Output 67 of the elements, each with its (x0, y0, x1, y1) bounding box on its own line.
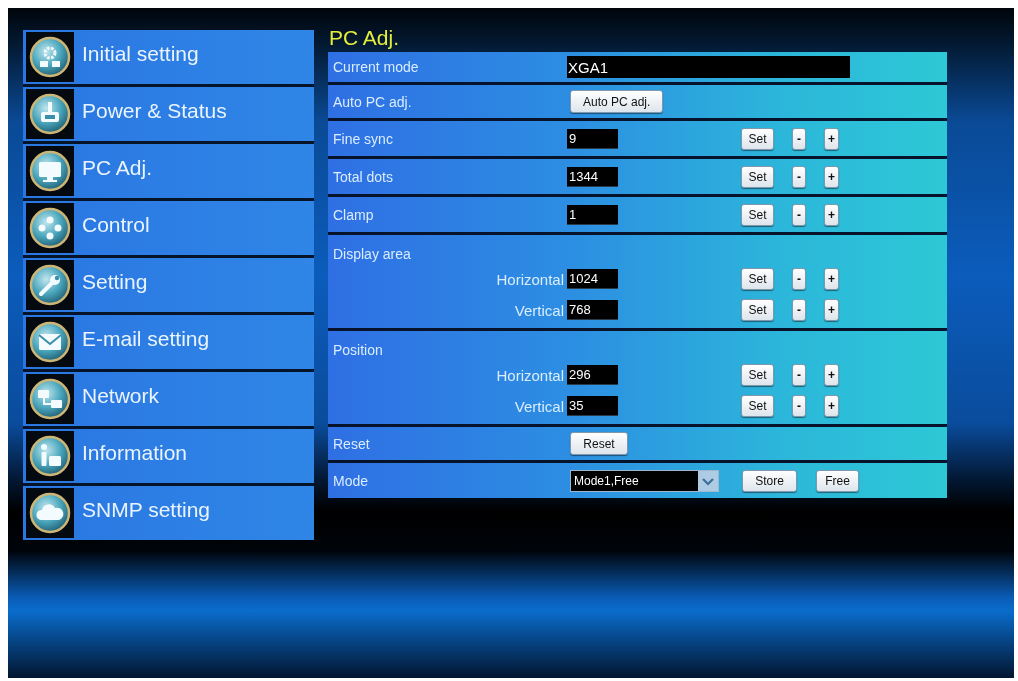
field-label: Auto PC adj. (333, 93, 412, 110)
set-button[interactable]: Set (741, 364, 774, 386)
value-field[interactable]: 9 (567, 128, 618, 149)
decrement-button[interactable]: - (792, 299, 806, 321)
nav-item[interactable]: Setting (23, 258, 314, 312)
wrench-icon (26, 260, 74, 310)
mode-select[interactable]: Mode1,Free (570, 469, 719, 492)
set-button[interactable]: Set (741, 127, 774, 150)
envelope-icon (26, 317, 74, 367)
set-button[interactable]: Set (741, 203, 774, 226)
mode-readout: XGA1 (567, 56, 850, 78)
increment-button[interactable]: + (824, 165, 839, 188)
free-button[interactable]: Free (816, 469, 859, 492)
set-button[interactable]: Set (741, 165, 774, 188)
increment-button[interactable]: + (824, 268, 839, 290)
nav-item[interactable]: Power & Status (23, 87, 314, 141)
network-icon (26, 374, 74, 424)
nav-item[interactable]: Network (23, 372, 314, 426)
value-field[interactable]: 1 (567, 204, 618, 225)
value-field[interactable]: 35 (567, 396, 618, 416)
decrement-button[interactable]: - (792, 395, 806, 417)
field-label: Current mode (333, 59, 419, 75)
field-label: Vertical (514, 398, 564, 414)
value-field[interactable]: 296 (567, 365, 618, 385)
nav-item[interactable]: Control (23, 201, 314, 255)
store-button[interactable]: Store (742, 469, 797, 492)
page-title: PC Adj. (329, 26, 400, 48)
value-field[interactable]: 768 (567, 300, 618, 320)
action-button[interactable]: Reset (570, 432, 628, 455)
field-label: Clamp (333, 206, 374, 223)
increment-button[interactable]: + (824, 395, 839, 417)
info-icon (26, 431, 74, 481)
field-label: Total dots (333, 168, 393, 185)
value-field[interactable]: 1344 (567, 166, 618, 187)
decrement-button[interactable]: - (792, 364, 806, 386)
nav-item[interactable]: Initial setting (23, 30, 314, 84)
section-label: Display area (333, 246, 411, 262)
increment-button[interactable]: + (824, 364, 839, 386)
set-button[interactable]: Set (741, 268, 774, 290)
field-label: Fine sync (333, 130, 393, 147)
field-label: Vertical (514, 302, 564, 318)
decrement-button[interactable]: - (792, 165, 806, 188)
field-label: Reset (333, 435, 370, 452)
nav-item[interactable]: Information (23, 429, 314, 483)
set-button[interactable]: Set (741, 299, 774, 321)
gear-icon (26, 32, 74, 82)
increment-button[interactable]: + (824, 299, 839, 321)
decrement-button[interactable]: - (792, 127, 806, 150)
nav-item[interactable]: E-mail setting (23, 315, 314, 369)
set-button[interactable]: Set (741, 395, 774, 417)
nav-item[interactable]: SNMP setting (23, 486, 314, 540)
nav-item[interactable]: PC Adj. (23, 144, 314, 198)
increment-button[interactable]: + (824, 127, 839, 150)
field-label: Horizontal (496, 271, 564, 287)
monitor-icon (26, 146, 74, 196)
section-label: Position (333, 342, 383, 358)
plug-icon (26, 89, 74, 139)
cloud-icon (26, 488, 74, 538)
decrement-button[interactable]: - (792, 268, 806, 290)
action-button[interactable]: Auto PC adj. (570, 90, 664, 113)
value-field[interactable]: 1024 (567, 269, 618, 289)
field-label: Mode (333, 472, 369, 489)
decrement-button[interactable]: - (792, 203, 806, 226)
increment-button[interactable]: + (824, 203, 839, 226)
field-label: Horizontal (496, 367, 564, 383)
dpad-icon (26, 203, 74, 253)
chevron-down-icon (698, 470, 718, 491)
